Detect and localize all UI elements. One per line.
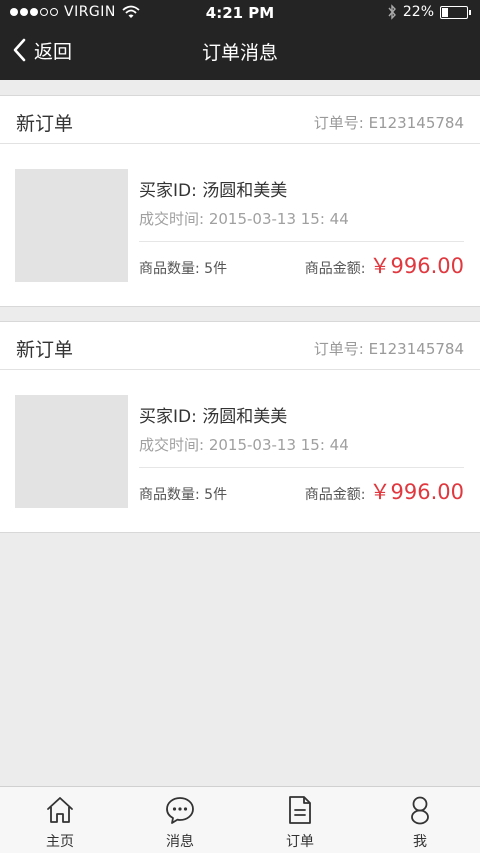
order-card[interactable]: 新订单 订单号: E123145784 买家ID: 汤圆和美美 成交时间: 20… <box>0 95 480 307</box>
tab-label: 主页 <box>46 834 74 850</box>
tab-home[interactable]: 主页 <box>0 787 120 853</box>
order-card-header: 新订单 订单号: E123145784 <box>0 96 480 144</box>
message-icon <box>166 797 194 824</box>
product-thumbnail <box>15 395 128 508</box>
amount-label: 商品金额: <box>304 487 366 503</box>
order-card-header: 新订单 订单号: E123145784 <box>0 322 480 370</box>
product-thumbnail <box>15 169 128 282</box>
order-number: 订单号: E123145784 <box>313 340 464 358</box>
tab-messages[interactable]: 消息 <box>120 787 240 853</box>
tab-label: 订单 <box>286 834 314 850</box>
bottom-tab-bar: 主页 消息 订单 我 <box>0 786 480 853</box>
battery-icon <box>440 5 471 19</box>
home-icon <box>47 797 73 823</box>
bluetooth-icon <box>388 4 396 20</box>
product-quantity: 商品数量: 5件 <box>139 261 228 277</box>
product-amount: 商品金额: ￥996.00 <box>305 250 464 280</box>
tab-orders[interactable]: 订单 <box>240 787 360 853</box>
page-title: 订单消息 <box>201 42 278 64</box>
divider <box>139 241 464 242</box>
buyer-id: 买家ID: 汤圆和美美 <box>139 407 288 427</box>
tab-label: 我 <box>413 834 427 850</box>
navigation-bar: 返回 订单消息 <box>0 28 480 72</box>
status-right: 22% <box>387 4 471 20</box>
divider <box>139 467 464 468</box>
amount-label: 商品金额: <box>304 261 366 277</box>
buyer-id: 买家ID: 汤圆和美美 <box>139 181 288 201</box>
deal-time: 成交时间: 2015-03-13 15: 44 <box>139 436 349 454</box>
amount-value: ￥996.00 <box>369 254 464 278</box>
top-bar: VIRGIN 4:21 PM 22% 返回 订单消息 <box>0 0 480 80</box>
tab-label: 消息 <box>166 834 194 850</box>
order-icon <box>289 796 311 824</box>
user-icon <box>411 796 429 825</box>
product-quantity: 商品数量: 5件 <box>139 487 228 503</box>
amount-value: ￥996.00 <box>369 480 464 504</box>
deal-time: 成交时间: 2015-03-13 15: 44 <box>139 210 349 228</box>
tab-profile[interactable]: 我 <box>360 787 480 853</box>
status-bar: VIRGIN 4:21 PM 22% <box>0 0 480 28</box>
order-card-title: 新订单 <box>16 339 74 361</box>
order-card[interactable]: 新订单 订单号: E123145784 买家ID: 汤圆和美美 成交时间: 20… <box>0 321 480 533</box>
order-number: 订单号: E123145784 <box>313 114 464 132</box>
order-card-title: 新订单 <box>16 113 74 135</box>
battery-percent: 22% <box>402 4 434 20</box>
product-amount: 商品金额: ￥996.00 <box>305 476 464 506</box>
